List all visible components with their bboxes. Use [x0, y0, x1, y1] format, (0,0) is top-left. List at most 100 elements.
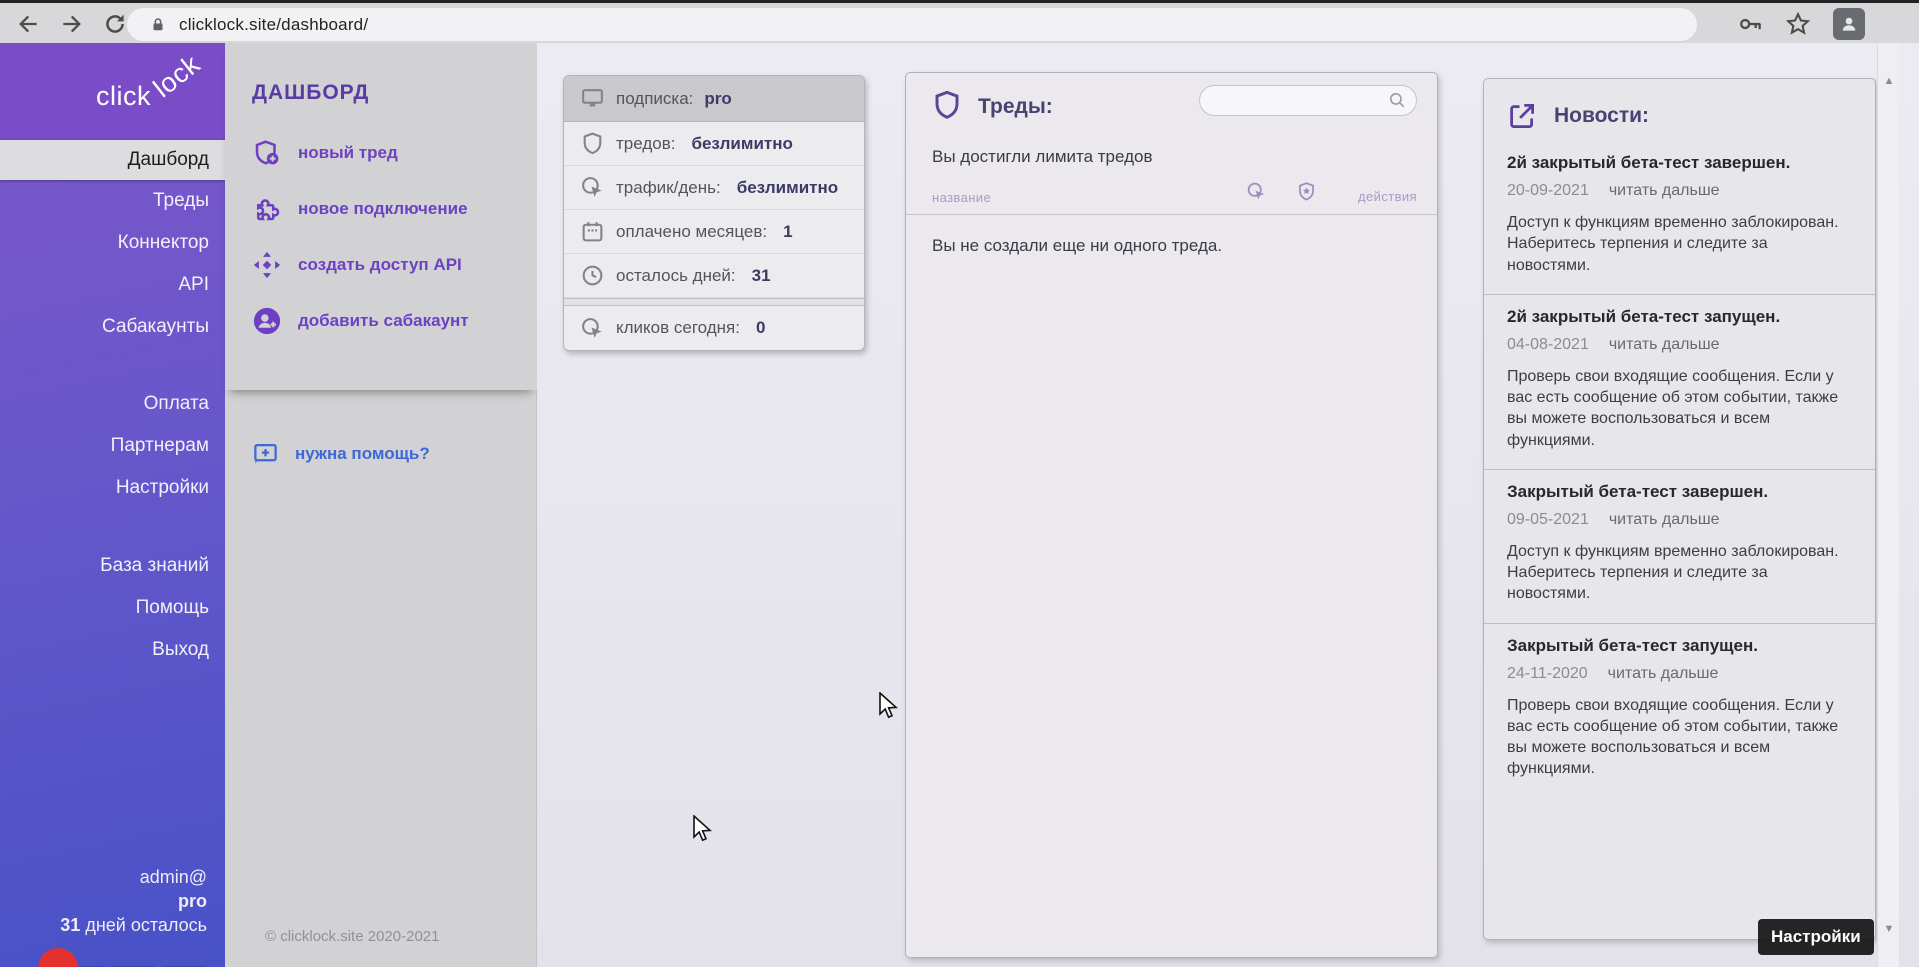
traffic-row: трафик/день: безлимитно: [564, 166, 864, 210]
need-help-label: нужна помощь?: [295, 444, 430, 464]
reload-icon[interactable]: [102, 11, 128, 37]
read-more-link[interactable]: читать дальше: [1608, 665, 1719, 682]
url-text[interactable]: clicklock.site/dashboard/: [179, 15, 368, 35]
sidebar-item-settings[interactable]: Настройки: [0, 467, 225, 509]
sidebar-item-threads[interactable]: Треды: [0, 180, 225, 222]
divider: [906, 214, 1437, 215]
clock-icon: [580, 263, 605, 288]
threads-search-input[interactable]: [1199, 85, 1417, 116]
threads-limit-message: Вы достигли лимита тредов: [932, 147, 1153, 167]
threads-limit-row: тредов: безлимитно: [564, 122, 864, 166]
paid-months-row: оплачено месяцев: 1: [564, 210, 864, 254]
shield-plus-icon: [252, 138, 282, 168]
browser-toolbar: clicklock.site/dashboard/: [0, 0, 1919, 43]
settings-tooltip: Настройки: [1758, 919, 1874, 955]
threads-actions-column: действия: [1358, 189, 1417, 204]
user-email: admin@: [60, 865, 207, 889]
scroll-up-icon[interactable]: ▲: [1878, 75, 1900, 87]
new-connection-button[interactable]: новое подключение: [252, 194, 468, 224]
new-thread-label: новый тред: [298, 143, 398, 163]
new-connection-label: новое подключение: [298, 199, 468, 219]
logo-click-text: click: [96, 81, 151, 112]
sidebar-item-connector[interactable]: Коннектор: [0, 222, 225, 264]
dashboard-title: ДАШБОРД: [252, 81, 369, 105]
shield-icon: [931, 89, 963, 121]
news-item-date: 20-09-2021: [1507, 182, 1589, 199]
user-days-left: 31 дней осталось: [60, 913, 207, 937]
news-item-date: 09-05-2021: [1507, 511, 1589, 528]
copyright-text: © clicklock.site 2020-2021: [265, 928, 439, 945]
news-item-body: Проверь свои входящие сообщения. Если у …: [1507, 695, 1851, 780]
days-left-row: осталось дней: 31: [564, 254, 864, 298]
search-icon[interactable]: [1388, 91, 1407, 110]
add-subaccount-label: добавить сабакаунт: [298, 311, 469, 331]
news-item-date: 04-08-2021: [1507, 336, 1589, 353]
sidebar-item-dashboard[interactable]: Дашборд: [0, 140, 225, 180]
monitor-icon: [580, 86, 605, 111]
news-item: 2й закрытый бета-тест запущен. 04-08-202…: [1484, 295, 1875, 470]
forward-icon[interactable]: [59, 11, 85, 37]
read-more-link[interactable]: читать дальше: [1609, 182, 1720, 199]
cursor-click-icon: [1246, 181, 1267, 202]
clicks-today-row: кликов сегодня: 0: [564, 306, 864, 350]
sidebar-menu: Дашборд Треды Коннектор API Сабакаунты О…: [0, 140, 225, 671]
scroll-down-icon[interactable]: ▼: [1878, 923, 1900, 935]
lock-icon: [149, 16, 167, 34]
puzzle-icon: [252, 194, 282, 224]
news-item-body: Проверь свои входящие сообщения. Если у …: [1507, 366, 1851, 451]
need-help-link[interactable]: нужна помощь?: [252, 440, 430, 467]
subscription-card: подписка: pro тредов: безлимитно трафик/…: [563, 75, 865, 351]
sidebar-item-knowledge-base[interactable]: База знаний: [0, 545, 225, 587]
news-item-title: Закрытый бета-тест завершен.: [1507, 482, 1851, 502]
read-more-link[interactable]: читать дальше: [1609, 336, 1720, 353]
arrows-cross-icon: [252, 250, 282, 280]
news-item: 2й закрытый бета-тест завершен. 20-09-20…: [1484, 141, 1875, 295]
news-title: Новости:: [1554, 104, 1649, 128]
new-thread-button[interactable]: новый тред: [252, 138, 398, 168]
sidebar-item-payment[interactable]: Оплата: [0, 383, 225, 425]
page-scrollbar[interactable]: ▲ ▼: [1877, 43, 1899, 967]
user-info: admin@ pro 31 дней осталось: [60, 865, 207, 937]
threads-name-column: название: [932, 190, 991, 205]
key-icon[interactable]: [1737, 10, 1765, 38]
card-divider: [564, 298, 864, 306]
dashboard-column: ДАШБОРД новый тред новое подключение соз…: [225, 43, 537, 967]
news-item: Закрытый бета-тест завершен. 09-05-2021 ч…: [1484, 470, 1875, 624]
logo-lock-text: lock: [148, 49, 206, 104]
subscription-label: подписка:: [616, 89, 693, 109]
news-item-body: Доступ к функциям временно заблокирован.…: [1507, 541, 1851, 605]
shield-star-icon: [1296, 181, 1317, 202]
add-subaccount-button[interactable]: добавить сабакаунт: [252, 306, 469, 336]
shield-icon: [580, 131, 605, 156]
sidebar-item-help[interactable]: Помощь: [0, 587, 225, 629]
create-api-access-button[interactable]: создать доступ API: [252, 250, 462, 280]
subscription-value: pro: [704, 89, 731, 109]
news-item: Закрытый бета-тест запущен. 24-11-2020 чи…: [1484, 624, 1875, 798]
calendar-icon: [580, 219, 605, 244]
profile-avatar[interactable]: [1833, 8, 1865, 40]
read-more-link[interactable]: читать дальше: [1609, 511, 1720, 528]
news-item-date: 24-11-2020: [1507, 665, 1588, 682]
news-item-title: Закрытый бета-тест запущен.: [1507, 636, 1851, 656]
news-panel: Новости: 2й закрытый бета-тест завершен.…: [1483, 78, 1876, 940]
url-bar[interactable]: clicklock.site/dashboard/: [127, 8, 1697, 41]
logo[interactable]: click lock: [0, 43, 225, 141]
sidebar-item-partners[interactable]: Партнерам: [0, 425, 225, 467]
external-link-icon: [1507, 101, 1537, 131]
threads-empty-message: Вы не создали еще ни одного треда.: [932, 236, 1222, 256]
cursor-click-icon: [580, 175, 605, 200]
chat-plus-icon: [252, 440, 279, 467]
sidebar-item-api[interactable]: API: [0, 264, 225, 306]
subscription-header: подписка: pro: [564, 76, 864, 122]
star-icon[interactable]: [1784, 10, 1812, 38]
sidebar-item-logout[interactable]: Выход: [0, 629, 225, 671]
main-content: подписка: pro тредов: безлимитно трафик/…: [537, 43, 1919, 967]
back-icon[interactable]: [15, 11, 41, 37]
news-item-title: 2й закрытый бета-тест завершен.: [1507, 153, 1851, 173]
threads-panel: Треды: Вы достигли лимита тредов названи…: [905, 72, 1438, 958]
person-icon: [1839, 14, 1859, 34]
sidebar-item-subaccounts[interactable]: Сабакаунты: [0, 306, 225, 348]
news-item-body: Доступ к функциям временно заблокирован.…: [1507, 212, 1851, 276]
person-add-icon: [252, 306, 282, 336]
user-plan: pro: [178, 891, 207, 911]
